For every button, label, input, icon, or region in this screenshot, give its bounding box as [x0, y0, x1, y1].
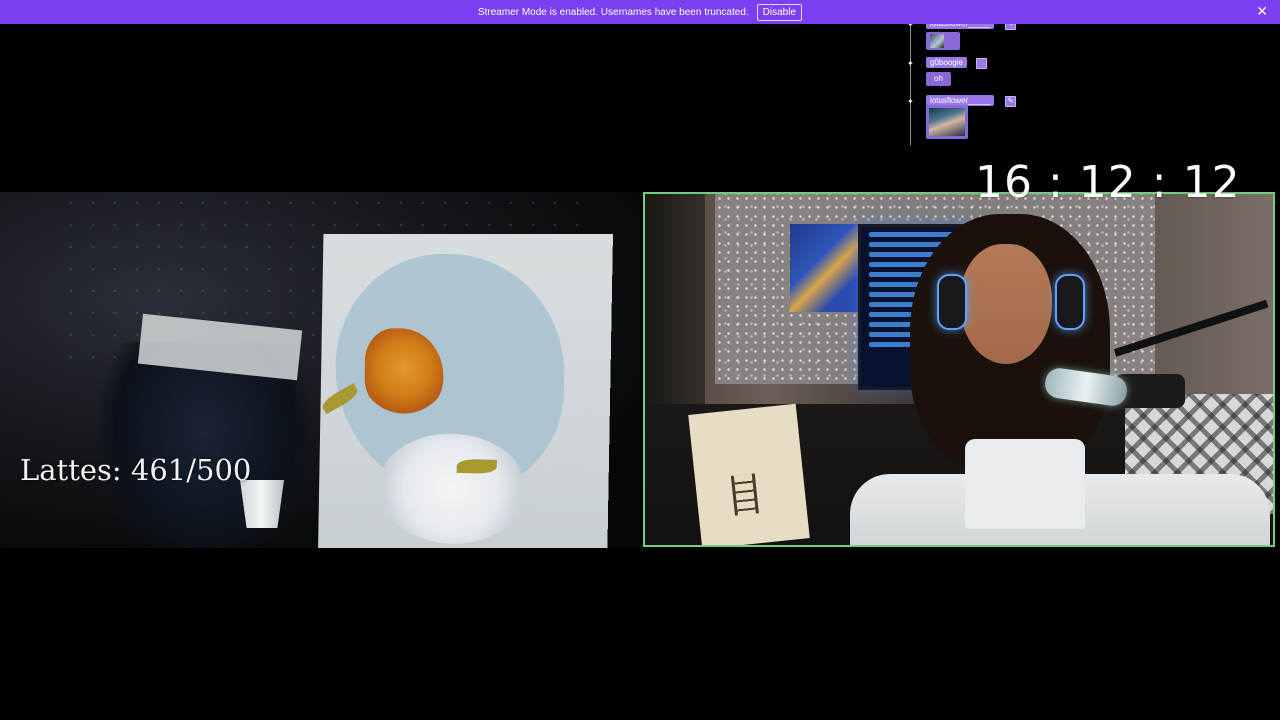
stream-viewer: Streamer Mode is enabled. Usernames have…: [0, 0, 1280, 720]
chat-image-message[interactable]: [926, 105, 968, 139]
wall-art-poster: [790, 224, 862, 312]
streamer-mode-message: Streamer Mode is enabled. Usernames have…: [477, 6, 749, 18]
painting-canvas: [318, 233, 613, 548]
sparkle-icon: ✦: [907, 59, 914, 68]
streamer-face: [960, 244, 1052, 364]
chat-image-thumbnail: [929, 108, 965, 136]
chat-username[interactable]: g0boogie: [926, 57, 967, 68]
streamer-mode-banner: Streamer Mode is enabled. Usernames have…: [0, 0, 1280, 24]
chat-message-text: oh: [926, 72, 951, 86]
streamer-top: [965, 439, 1085, 529]
canvas-camera-feed: [0, 192, 640, 548]
chat-image-thumbnail: [930, 34, 944, 48]
stream-clock: 16 : 12 : 12: [975, 157, 1241, 208]
streamer-camera-feed: [643, 192, 1275, 547]
sparkle-icon: ✦: [907, 97, 914, 106]
headphone-left-icon: [937, 274, 967, 330]
close-icon[interactable]: ✕: [1256, 4, 1268, 20]
painted-leaf: [456, 458, 497, 474]
pencil-icon: [976, 58, 987, 69]
ladder-icon: [730, 473, 759, 516]
pencil-icon: ✎: [1005, 96, 1016, 107]
headphone-right-icon: [1055, 274, 1085, 330]
disable-streamer-mode-button[interactable]: Disable: [756, 3, 803, 21]
lattes-goal-counter: Lattes: 461/500: [20, 453, 252, 487]
chat-image-message[interactable]: [926, 32, 960, 50]
small-ladder-painting: [688, 403, 810, 545]
